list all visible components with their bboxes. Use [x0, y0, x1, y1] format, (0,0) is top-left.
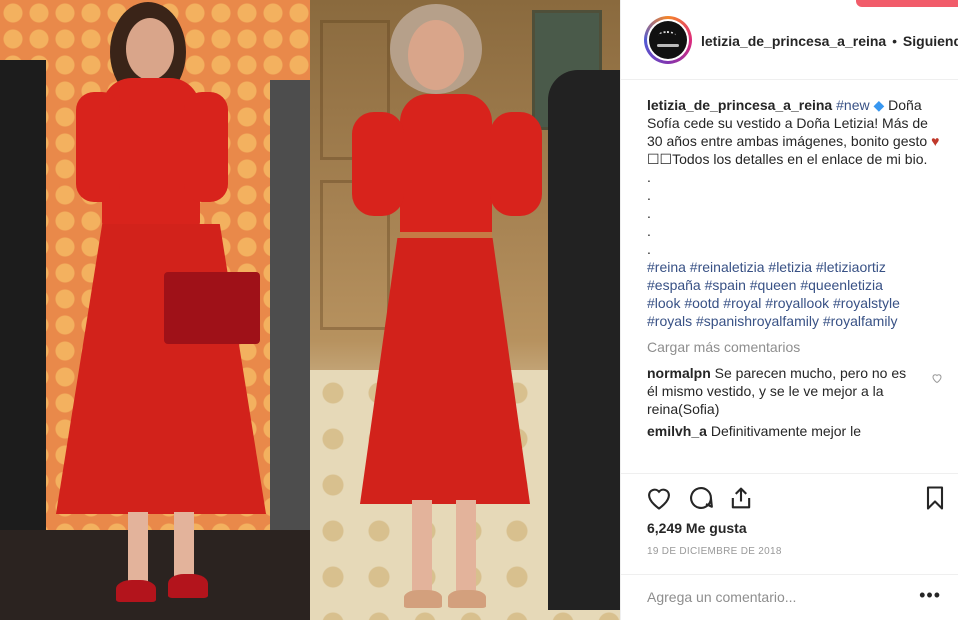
share-icon[interactable] — [727, 484, 755, 512]
header-handle: letizia_de_princesa_a_reina • Siguiendo — [701, 33, 958, 49]
bookmark-icon[interactable] — [921, 484, 949, 512]
post-header: letizia_de_princesa_a_reina • Siguiendo — [621, 0, 958, 80]
caption-dot: . — [647, 223, 651, 239]
more-options-button[interactable]: ••• — [919, 585, 941, 606]
comment-text: Definitivamente mejor le — [710, 423, 861, 439]
caption-dot: . — [647, 205, 651, 221]
photo-letizia — [0, 0, 310, 620]
following-button[interactable]: Siguiendo — [903, 33, 958, 49]
comment-input[interactable] — [647, 585, 897, 609]
comment-item: normalpn Se parecen mucho, pero no es él… — [647, 364, 947, 418]
photo-sofia — [310, 0, 620, 620]
comment-item: emilvh_a Definitivamente mejor le — [647, 422, 947, 440]
background-person-right — [270, 80, 310, 580]
letizia-figure — [56, 0, 266, 620]
hashtag-line[interactable]: #look #ootd #royal #royallook #royalstyl… — [647, 294, 947, 312]
comments-scroll-area[interactable]: letizia_de_princesa_a_reina #new ◆ Doña … — [647, 96, 947, 472]
post-date[interactable]: 19 DE DICIEMBRE DE 2018 — [647, 546, 782, 557]
hashtag-line[interactable]: #reina #reinaletizia #letizia #letiziaor… — [647, 258, 947, 276]
diamond-icon: ◆ — [873, 97, 885, 113]
caption: letizia_de_princesa_a_reina #new ◆ Doña … — [647, 96, 947, 330]
comment-icon[interactable] — [687, 484, 715, 512]
likes-count[interactable]: 6,249 Me gusta — [647, 520, 747, 536]
header-separator: • — [892, 33, 898, 49]
background-person-left — [0, 60, 46, 540]
post-side-panel: letizia_de_princesa_a_reina • Siguiendo … — [620, 0, 958, 620]
caption-dot: . — [647, 187, 651, 203]
post-photo[interactable] — [0, 0, 620, 620]
hashtag-link[interactable]: #new — [836, 97, 869, 113]
hashtag-line[interactable]: #royals #spanishroyalfamily #royalfamily — [647, 312, 947, 330]
sofia-figure — [350, 0, 542, 620]
avatar[interactable] — [644, 16, 692, 64]
comment-username[interactable]: emilvh_a — [647, 423, 707, 439]
caption-dot: . — [647, 169, 651, 185]
header-username[interactable]: letizia_de_princesa_a_reina — [701, 33, 886, 49]
load-more-comments-button[interactable]: Cargar más comentarios — [647, 338, 947, 356]
heart-emoji-icon: ♥ — [931, 133, 940, 149]
caption-details-line: ☐☐Todos los detalles en el enlace de mi … — [647, 151, 928, 167]
hashtag-line[interactable]: #españa #spain #queen #queenletizia — [647, 276, 947, 294]
avatar-image — [649, 21, 687, 59]
add-comment-bar: ••• — [621, 574, 958, 620]
heart-icon[interactable] — [645, 484, 673, 512]
background-person — [548, 70, 620, 610]
like-comment-heart-icon[interactable] — [931, 372, 943, 384]
caption-dot: . — [647, 241, 651, 257]
post-actions: 6,249 Me gusta 19 DE DICIEMBRE DE 2018 •… — [621, 473, 958, 613]
caption-username[interactable]: letizia_de_princesa_a_reina — [647, 97, 832, 113]
comment-username[interactable]: normalpn — [647, 365, 711, 381]
crown-icon — [658, 31, 676, 40]
red-clutch — [164, 272, 260, 344]
